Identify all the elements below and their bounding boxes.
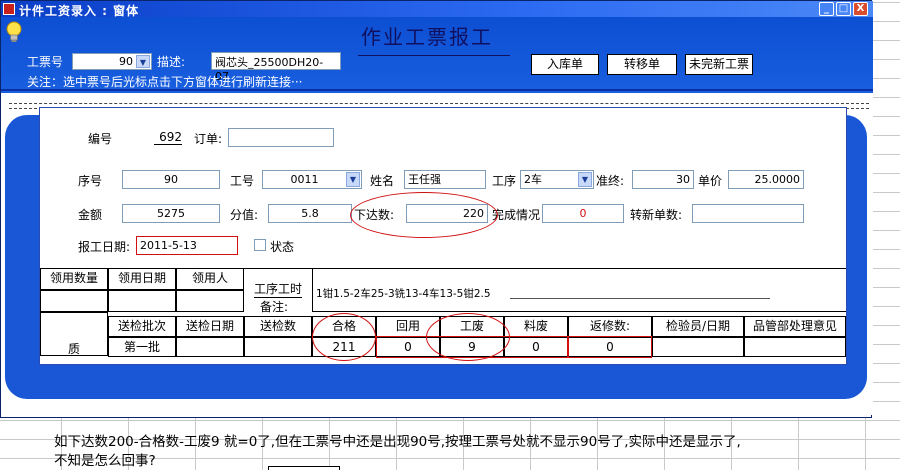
question-line-1: 如下达数200-合格数-工废9 就=0了,但在工票号中还是出现90号,按理工票号… — [54, 434, 741, 450]
ticket-value: 90 — [119, 55, 133, 68]
amount-label: 金额 — [78, 208, 103, 222]
form-header: 工票号 90 ▼ 描述: 阀芯头_25500DH20-07 作业工票报工 入库单… — [1, 17, 873, 93]
header-take-qty: 领用数量 — [40, 268, 108, 290]
price-field[interactable]: 25.0000 — [728, 170, 804, 189]
annotation-box-repair — [568, 336, 652, 358]
process-hours-text: 1钳1.5-2车25-3铣13-4车13-5钳2.5 — [316, 288, 491, 300]
transfer-no-label: 转新单数: — [630, 208, 683, 222]
price-label: 单价 — [698, 174, 723, 188]
app-icon — [3, 3, 15, 15]
header-divider — [1, 89, 873, 91]
maximize-button[interactable]: □ — [836, 2, 851, 16]
done-field[interactable]: 0 — [542, 204, 624, 223]
score-label: 分值: — [230, 208, 259, 222]
header-repair: 返修数: — [568, 316, 652, 337]
process-hours-label: 工序工时 — [254, 282, 303, 298]
order-label: 订单: — [194, 132, 223, 146]
close-button[interactable]: X — [853, 2, 868, 16]
minimize-button[interactable]: _ — [819, 2, 834, 16]
question-line-2: 不知是怎么回事? — [54, 453, 156, 469]
report-date-field[interactable]: 2011-5-13 — [136, 236, 238, 255]
inspector-cell[interactable] — [652, 337, 744, 357]
cell-selection[interactable] — [268, 466, 340, 470]
title-bar: 计件工资录入 : 窗体 _ □ X — [1, 1, 873, 18]
status-label: 状态 — [270, 240, 295, 254]
ticket-label: 工票号 — [27, 55, 64, 69]
transfer-no-field[interactable] — [692, 204, 804, 223]
seq-field[interactable]: 90 — [122, 170, 220, 189]
send-qty-cell[interactable] — [244, 337, 312, 357]
annotation-ellipse-issued — [350, 192, 498, 238]
cell-take-qty[interactable] — [40, 290, 108, 312]
unfinished-ticket-button[interactable]: 未完新工票 — [685, 54, 753, 75]
chevron-down-icon[interactable]: ▼ — [136, 55, 150, 68]
batch-label: 第一批 — [108, 337, 176, 357]
seq-label: 序号 — [78, 174, 103, 188]
annotation-ellipse-pass — [312, 313, 376, 361]
cell-take-date[interactable] — [108, 290, 176, 312]
cell-take-person[interactable] — [176, 290, 244, 312]
process-value: 2车 — [524, 173, 542, 186]
std-label: 准终: — [596, 174, 625, 188]
name-field[interactable]: 王任强 — [404, 170, 486, 189]
std-field[interactable]: 30 — [632, 170, 694, 189]
header-take-date: 领用日期 — [108, 268, 176, 290]
amount-field[interactable]: 5275 — [122, 204, 220, 223]
side-label: 质 — [40, 312, 108, 356]
name-label: 姓名 — [370, 174, 395, 188]
transfer-button[interactable]: 转移单 — [607, 54, 677, 75]
chevron-down-icon[interactable]: ▼ — [346, 172, 360, 187]
report-date-label: 报工日期: — [78, 240, 131, 254]
desc-field[interactable]: 阀芯头_25500DH20-07 — [211, 52, 341, 83]
order-field[interactable] — [228, 128, 334, 147]
header-batch: 送检批次 — [108, 316, 176, 337]
worker-no-value: 0011 — [290, 173, 319, 186]
no-value: 692 — [154, 130, 182, 145]
subform-panel: 编号 692 订单: 序号 90 工号 0011 ▼ 姓名 王任强 工序 2车 … — [39, 107, 847, 365]
desc-label: 描述: — [157, 55, 186, 69]
header-take-person: 领用人 — [176, 268, 244, 290]
send-date-cell[interactable] — [176, 337, 244, 357]
header-qc-opinion: 品管部处理意见 — [744, 316, 846, 337]
header-inspector-date: 检验员/日期 — [652, 316, 744, 337]
remarks-rule — [510, 298, 770, 299]
process-label: 工序 — [492, 174, 517, 188]
chevron-down-icon[interactable]: ▼ — [578, 172, 592, 187]
status-checkbox[interactable] — [254, 239, 266, 251]
notice-text: 关注：选中票号后光标点击下方窗体进行刷新连接··· — [27, 75, 303, 89]
title-underline — [358, 55, 510, 56]
header-material-scrap: 料废 — [504, 316, 568, 337]
score-field[interactable]: 5.8 — [268, 204, 352, 223]
form-window: 计件工资录入 : 窗体 _ □ X 工票号 90 ▼ 描述: 阀芯头_25500… — [0, 0, 873, 418]
ticket-select[interactable]: 90 ▼ — [72, 53, 152, 70]
worker-no-select[interactable]: 0011 ▼ — [262, 170, 362, 189]
worker-no-label: 工号 — [230, 174, 255, 188]
qc-opinion-cell[interactable] — [744, 337, 846, 357]
no-label: 编号 — [88, 132, 113, 146]
process-select[interactable]: 2车 ▼ — [520, 170, 594, 189]
annotation-box-values — [376, 336, 568, 358]
lightbulb-icon — [6, 21, 22, 42]
done-label: 完成情况 — [492, 208, 541, 222]
header-send-qty: 送检数 — [244, 316, 312, 337]
header-send-date: 送检日期 — [176, 316, 244, 337]
stock-in-button[interactable]: 入库单 — [531, 54, 599, 75]
remarks-label: 备注: — [260, 300, 289, 314]
page-title: 作业工票报工 — [361, 25, 493, 49]
